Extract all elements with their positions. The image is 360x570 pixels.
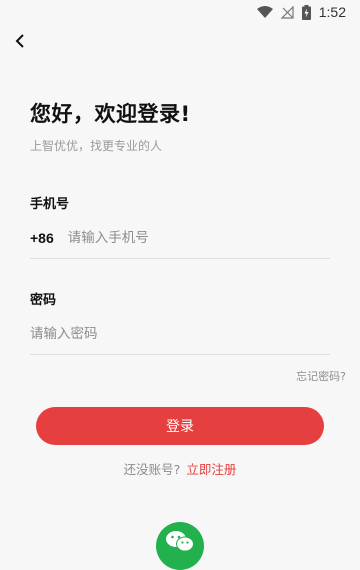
wechat-login-button[interactable] [156,522,204,570]
page-subtitle: 上智优优，找更专业的人 [30,139,163,153]
register-prompt: 还没账号? 立即注册 [0,459,360,478]
chevron-left-icon [15,33,25,52]
phone-label: 手机号 [30,197,70,212]
no-signal-icon [280,5,294,19]
page-title: 您好，欢迎登录! [30,102,191,126]
battery-charging-icon [301,4,311,20]
password-input[interactable] [30,326,330,342]
password-label: 密码 [30,293,57,308]
register-link[interactable]: 立即注册 [186,462,236,477]
phone-row: +86 [30,218,330,259]
password-row [30,314,330,355]
no-account-text: 还没账号? [123,462,181,477]
wechat-icon [165,530,195,556]
wifi-icon [256,6,273,18]
login-button[interactable]: 登录 [36,407,324,445]
status-bar: 1:52 [0,0,360,24]
forgot-password-link[interactable]: 忘记密码? [296,368,346,384]
phone-input[interactable] [67,230,330,246]
status-time: 1:52 [318,4,346,20]
country-code[interactable]: +86 [30,230,54,246]
back-button[interactable] [8,30,32,54]
